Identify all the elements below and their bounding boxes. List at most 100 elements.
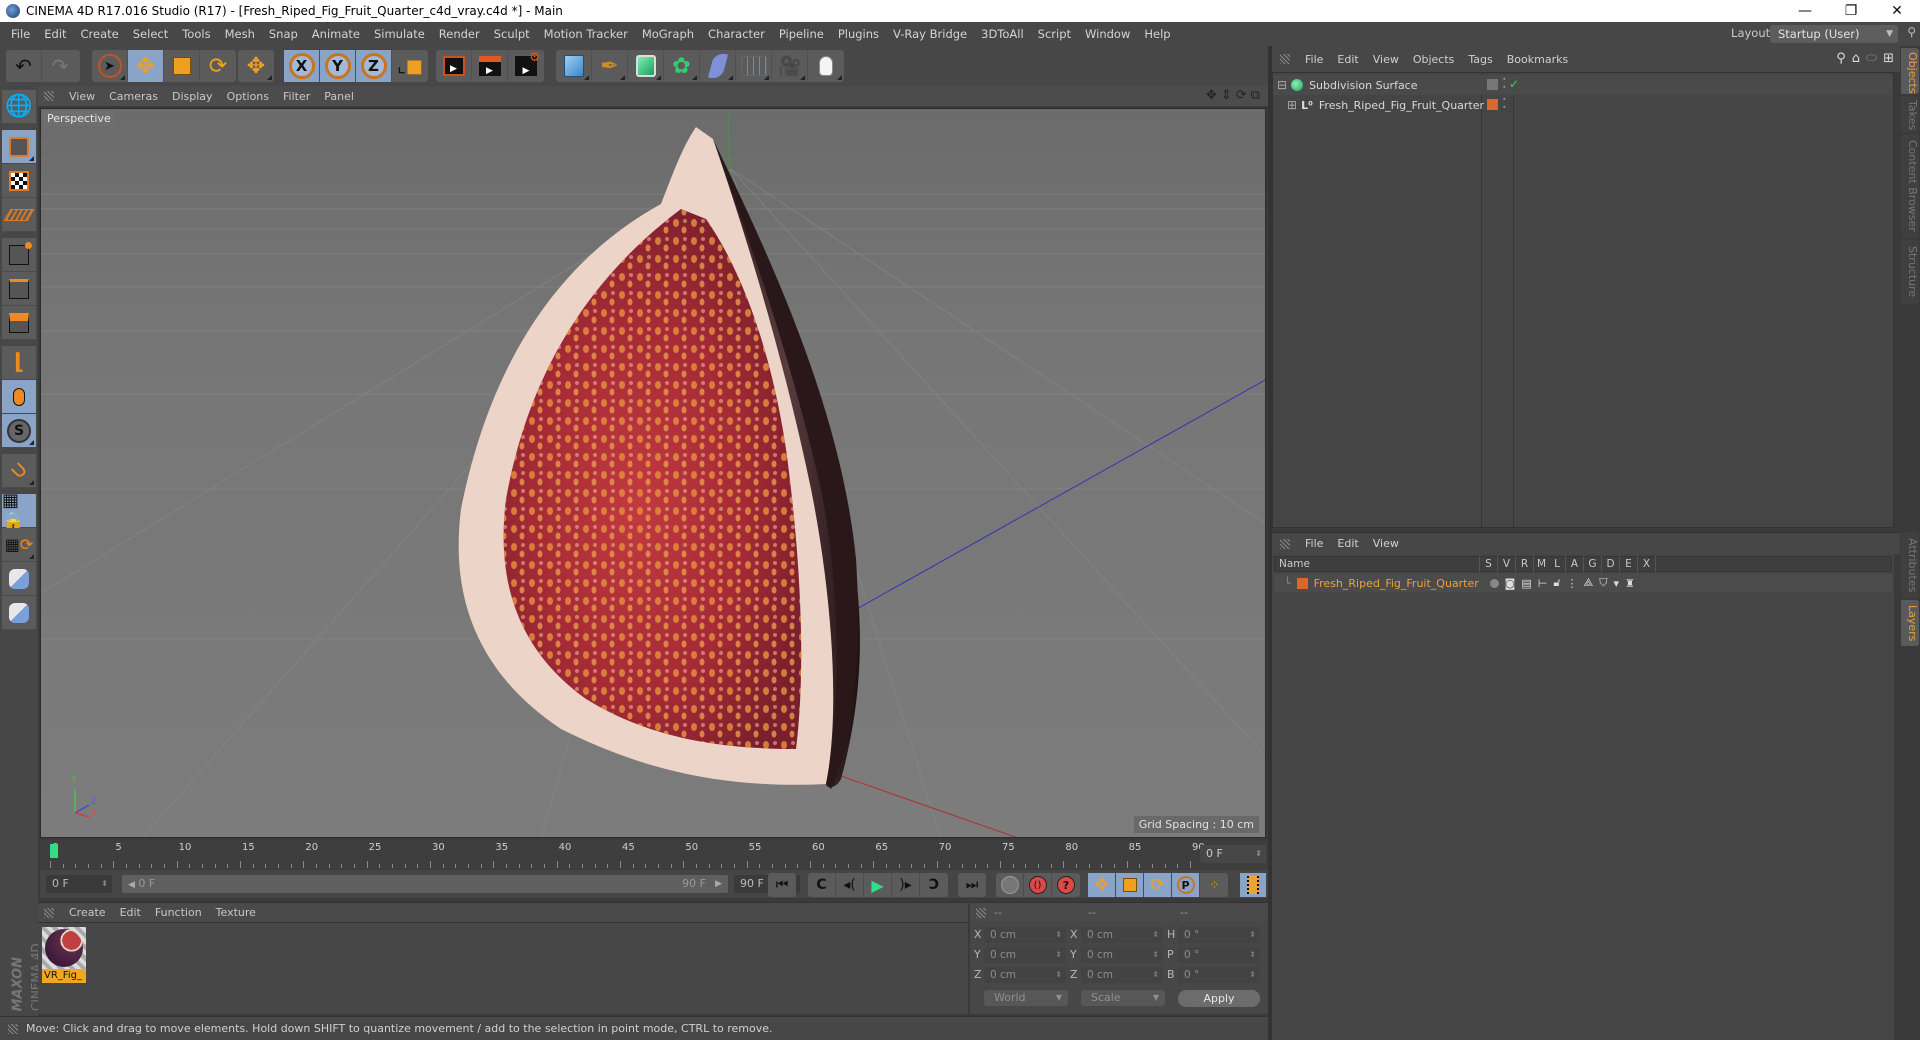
rotation-h-field[interactable]: 0 ° ⬍ xyxy=(1178,927,1260,943)
viewport-menu-cameras[interactable]: Cameras xyxy=(102,90,165,103)
menu-sculpt[interactable]: Sculpt xyxy=(487,27,537,41)
object-row[interactable]: ⊞ L⁰ Fresh_Riped_Fig_Fruit_Quarter • • xyxy=(1273,95,1893,115)
menu-select[interactable]: Select xyxy=(126,27,175,41)
tab-attributes[interactable]: Attributes xyxy=(1901,532,1919,598)
col-expressions[interactable]: E xyxy=(1619,556,1637,572)
col-solo[interactable]: S xyxy=(1479,556,1497,572)
render-picture-viewer-button[interactable]: ▶ xyxy=(472,50,508,82)
goto-start-button[interactable]: ⏮ xyxy=(768,873,796,897)
texture-mode-button[interactable] xyxy=(2,164,36,198)
menu-vray-bridge[interactable]: V-Ray Bridge xyxy=(886,27,974,41)
menu-motion-tracker[interactable]: Motion Tracker xyxy=(537,27,635,41)
editor-visibility-icon[interactable] xyxy=(1487,79,1498,90)
points-mode-button[interactable] xyxy=(2,238,36,272)
objects-menu-edit[interactable]: Edit xyxy=(1330,53,1365,66)
y-axis-lock-button[interactable]: Y xyxy=(320,50,356,82)
python-script-button-2[interactable] xyxy=(2,596,36,630)
menu-mograph[interactable]: MoGraph xyxy=(635,27,701,41)
new-view-icon[interactable]: ⊞ xyxy=(1883,51,1894,66)
solo-button[interactable]: S xyxy=(2,414,36,448)
render-clapper-icon[interactable]: ▤ xyxy=(1521,577,1531,590)
collapse-icon[interactable]: ⊟ xyxy=(1277,78,1287,92)
col-generators[interactable]: G xyxy=(1583,556,1601,572)
object-name[interactable]: Fresh_Riped_Fig_Fruit_Quarter xyxy=(1319,99,1484,112)
manager-hierarchy-icon[interactable]: ⊢ xyxy=(1538,577,1548,590)
rotation-b-field[interactable]: 0 ° ⬍ xyxy=(1178,967,1260,983)
prev-key-button[interactable]: C xyxy=(808,873,836,897)
objects-menu-tags[interactable]: Tags xyxy=(1461,53,1499,66)
key-pla-button[interactable]: ⁘ xyxy=(1200,873,1228,897)
search-icon[interactable]: ⚲ xyxy=(1907,25,1916,39)
model-mode-button[interactable] xyxy=(2,130,36,164)
layer-color-swatch[interactable] xyxy=(1296,577,1308,589)
menu-3dtoall[interactable]: 3DToAll xyxy=(974,27,1031,41)
xref-icon[interactable]: ♜ xyxy=(1625,577,1635,590)
size-mode-dropdown[interactable]: Scale ▼ xyxy=(1081,990,1165,1006)
orbit-icon[interactable]: ⟳ xyxy=(1236,88,1247,103)
key-rotation-button[interactable]: ⟳ xyxy=(1144,873,1172,897)
object-name[interactable]: Subdivision Surface xyxy=(1309,79,1417,92)
col-manager[interactable]: M xyxy=(1533,556,1549,572)
search-icon[interactable]: ⚲ xyxy=(1836,51,1846,66)
viewport-menu-panel[interactable]: Panel xyxy=(317,90,361,103)
key-parameter-button[interactable]: P xyxy=(1172,873,1200,897)
tab-objects[interactable]: Objects xyxy=(1901,48,1919,94)
close-button[interactable]: ✕ xyxy=(1874,0,1920,22)
home-icon[interactable]: ⌂ xyxy=(1852,51,1860,66)
prev-frame-button[interactable]: ◂( xyxy=(836,873,864,897)
deformer-shield-icon[interactable]: ⛉ xyxy=(1599,576,1607,590)
dolly-icon[interactable]: ⇕ xyxy=(1221,88,1232,103)
python-script-button-1[interactable] xyxy=(2,562,36,596)
recent-move-button[interactable]: ✥ xyxy=(238,50,274,82)
playhead-marker[interactable] xyxy=(50,844,58,858)
lock-icon[interactable]: 🔓︎ xyxy=(1553,576,1560,590)
size-y-field[interactable]: 0 cm ⬍ xyxy=(1081,947,1163,963)
material-menu-texture[interactable]: Texture xyxy=(209,906,263,919)
pen-spline-button[interactable]: ✒ xyxy=(592,50,628,82)
maximize-view-icon[interactable]: ⧉ xyxy=(1251,88,1260,103)
viewport-menu-display[interactable]: Display xyxy=(165,90,220,103)
align-workplane-button[interactable]: ▦⟳ xyxy=(2,528,36,562)
tweak-mode-button[interactable] xyxy=(2,380,36,414)
panel-grip[interactable] xyxy=(44,907,54,918)
live-selection-button[interactable]: ➤ xyxy=(92,50,128,82)
undo-button[interactable]: ↶ xyxy=(6,50,42,82)
menu-create[interactable]: Create xyxy=(74,27,126,41)
layers-menu-edit[interactable]: Edit xyxy=(1330,537,1365,550)
tab-structure[interactable]: Structure xyxy=(1901,240,1919,304)
col-view[interactable]: V xyxy=(1497,556,1515,572)
menu-pipeline[interactable]: Pipeline xyxy=(772,27,831,41)
autokey-button[interactable]: ? xyxy=(1052,873,1080,897)
objects-menu-file[interactable]: File xyxy=(1298,53,1330,66)
subdivision-surface-button[interactable] xyxy=(628,50,664,82)
expression-cup-icon[interactable]: ▾ xyxy=(1614,577,1620,590)
cloner-button[interactable]: ✿ xyxy=(664,50,700,82)
apply-button[interactable]: Apply xyxy=(1178,990,1260,1007)
objects-menu-bookmarks[interactable]: Bookmarks xyxy=(1500,53,1575,66)
menu-character[interactable]: Character xyxy=(701,27,772,41)
material-menu-function[interactable]: Function xyxy=(148,906,209,919)
menu-snap[interactable]: Snap xyxy=(262,27,305,41)
position-x-field[interactable]: 0 cm ⬍ xyxy=(984,927,1066,943)
col-xref[interactable]: X xyxy=(1637,556,1655,572)
menu-window[interactable]: Window xyxy=(1078,27,1137,41)
enabled-check-icon[interactable]: ✓ xyxy=(1509,77,1519,91)
menu-mesh[interactable]: Mesh xyxy=(218,27,262,41)
menu-file[interactable]: File xyxy=(4,27,37,41)
material-item[interactable]: VR_Fig_ xyxy=(42,927,86,985)
visibility-dots-icon[interactable]: • • xyxy=(1502,76,1507,92)
viewport-menu-options[interactable]: Options xyxy=(220,90,276,103)
key-scale-button[interactable] xyxy=(1116,873,1144,897)
position-y-field[interactable]: 0 cm ⬍ xyxy=(984,947,1066,963)
size-x-field[interactable]: 0 cm ⬍ xyxy=(1081,927,1163,943)
camera-button[interactable]: 🎥 xyxy=(772,50,808,82)
restore-button[interactable]: ❐ xyxy=(1828,0,1874,22)
viewport-camera-label[interactable]: Perspective xyxy=(43,111,115,126)
layer-color-swatch[interactable] xyxy=(1487,99,1498,110)
col-render[interactable]: R xyxy=(1515,556,1533,572)
objects-menu-objects[interactable]: Objects xyxy=(1406,53,1462,66)
layout-dropdown[interactable]: Startup (User) ▼ xyxy=(1770,25,1898,43)
viewport-menu-view[interactable]: View xyxy=(62,90,102,103)
generator-icon[interactable]: ⟁ xyxy=(1583,576,1593,590)
object-row[interactable]: ⊟ Subdivision Surface • • ✓ xyxy=(1273,75,1893,95)
